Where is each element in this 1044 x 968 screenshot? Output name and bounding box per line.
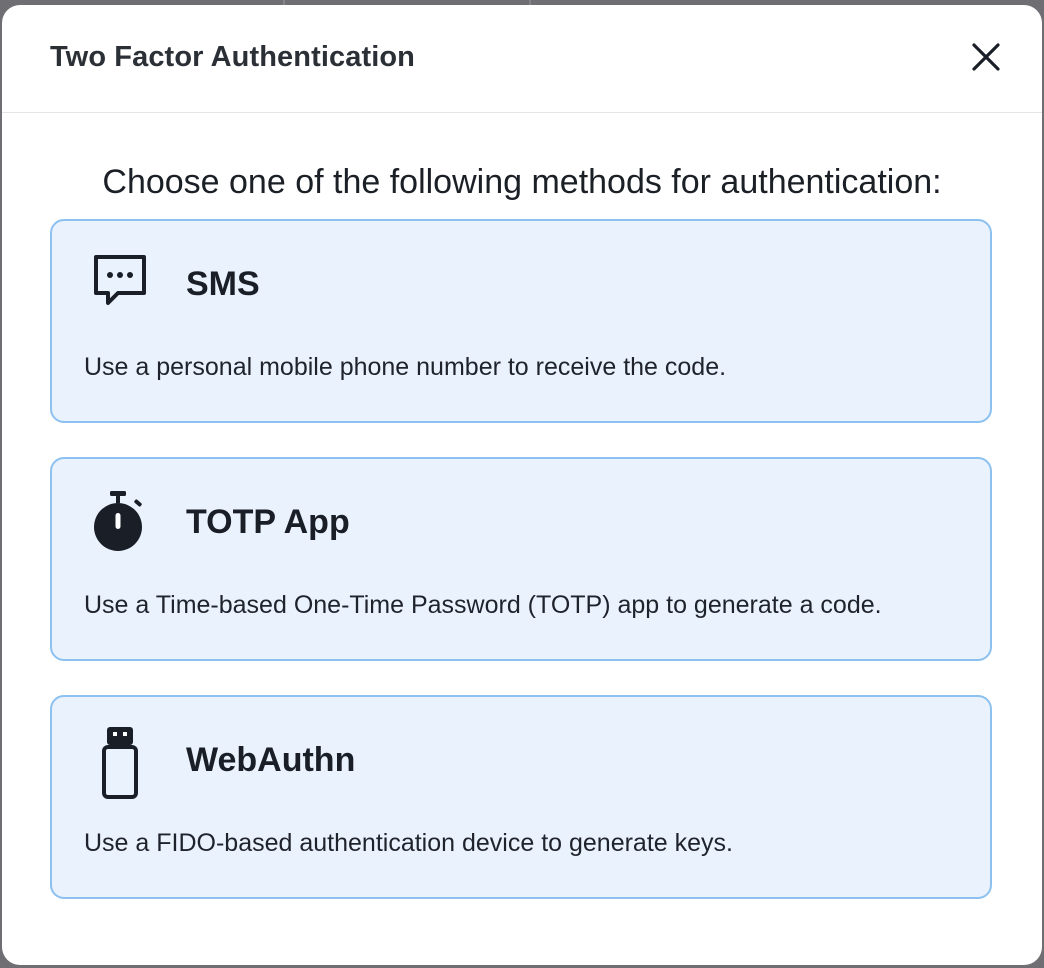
- method-card-webauthn[interactable]: WebAuthn Use a FIDO-based authentication…: [50, 695, 992, 899]
- method-card-sms[interactable]: SMS Use a personal mobile phone number t…: [50, 219, 992, 423]
- method-title-totp: TOTP App: [186, 503, 350, 541]
- modal-title: Two Factor Authentication: [50, 41, 415, 73]
- method-title-sms: SMS: [186, 265, 260, 303]
- close-button[interactable]: [968, 39, 1004, 75]
- intro-text: Choose one of the following methods for …: [102, 163, 942, 201]
- chat-bubble-icon: [88, 251, 152, 325]
- method-description-webauthn: Use a FIDO-based authentication device t…: [84, 829, 733, 857]
- method-description-sms: Use a personal mobile phone number to re…: [84, 353, 727, 381]
- method-description-totp: Use a Time-based One-Time Password (TOTP…: [84, 591, 882, 619]
- modal-header: Two Factor Authentication: [2, 5, 1042, 113]
- usb-key-icon: [88, 727, 152, 801]
- method-card-totp[interactable]: TOTP App Use a Time-based One-Time Passw…: [50, 457, 992, 661]
- close-icon: [972, 43, 1000, 71]
- method-title-webauthn: WebAuthn: [186, 741, 356, 779]
- stopwatch-icon: [88, 489, 152, 563]
- two-factor-modal: Two Factor Authentication Choose one of …: [2, 5, 1042, 965]
